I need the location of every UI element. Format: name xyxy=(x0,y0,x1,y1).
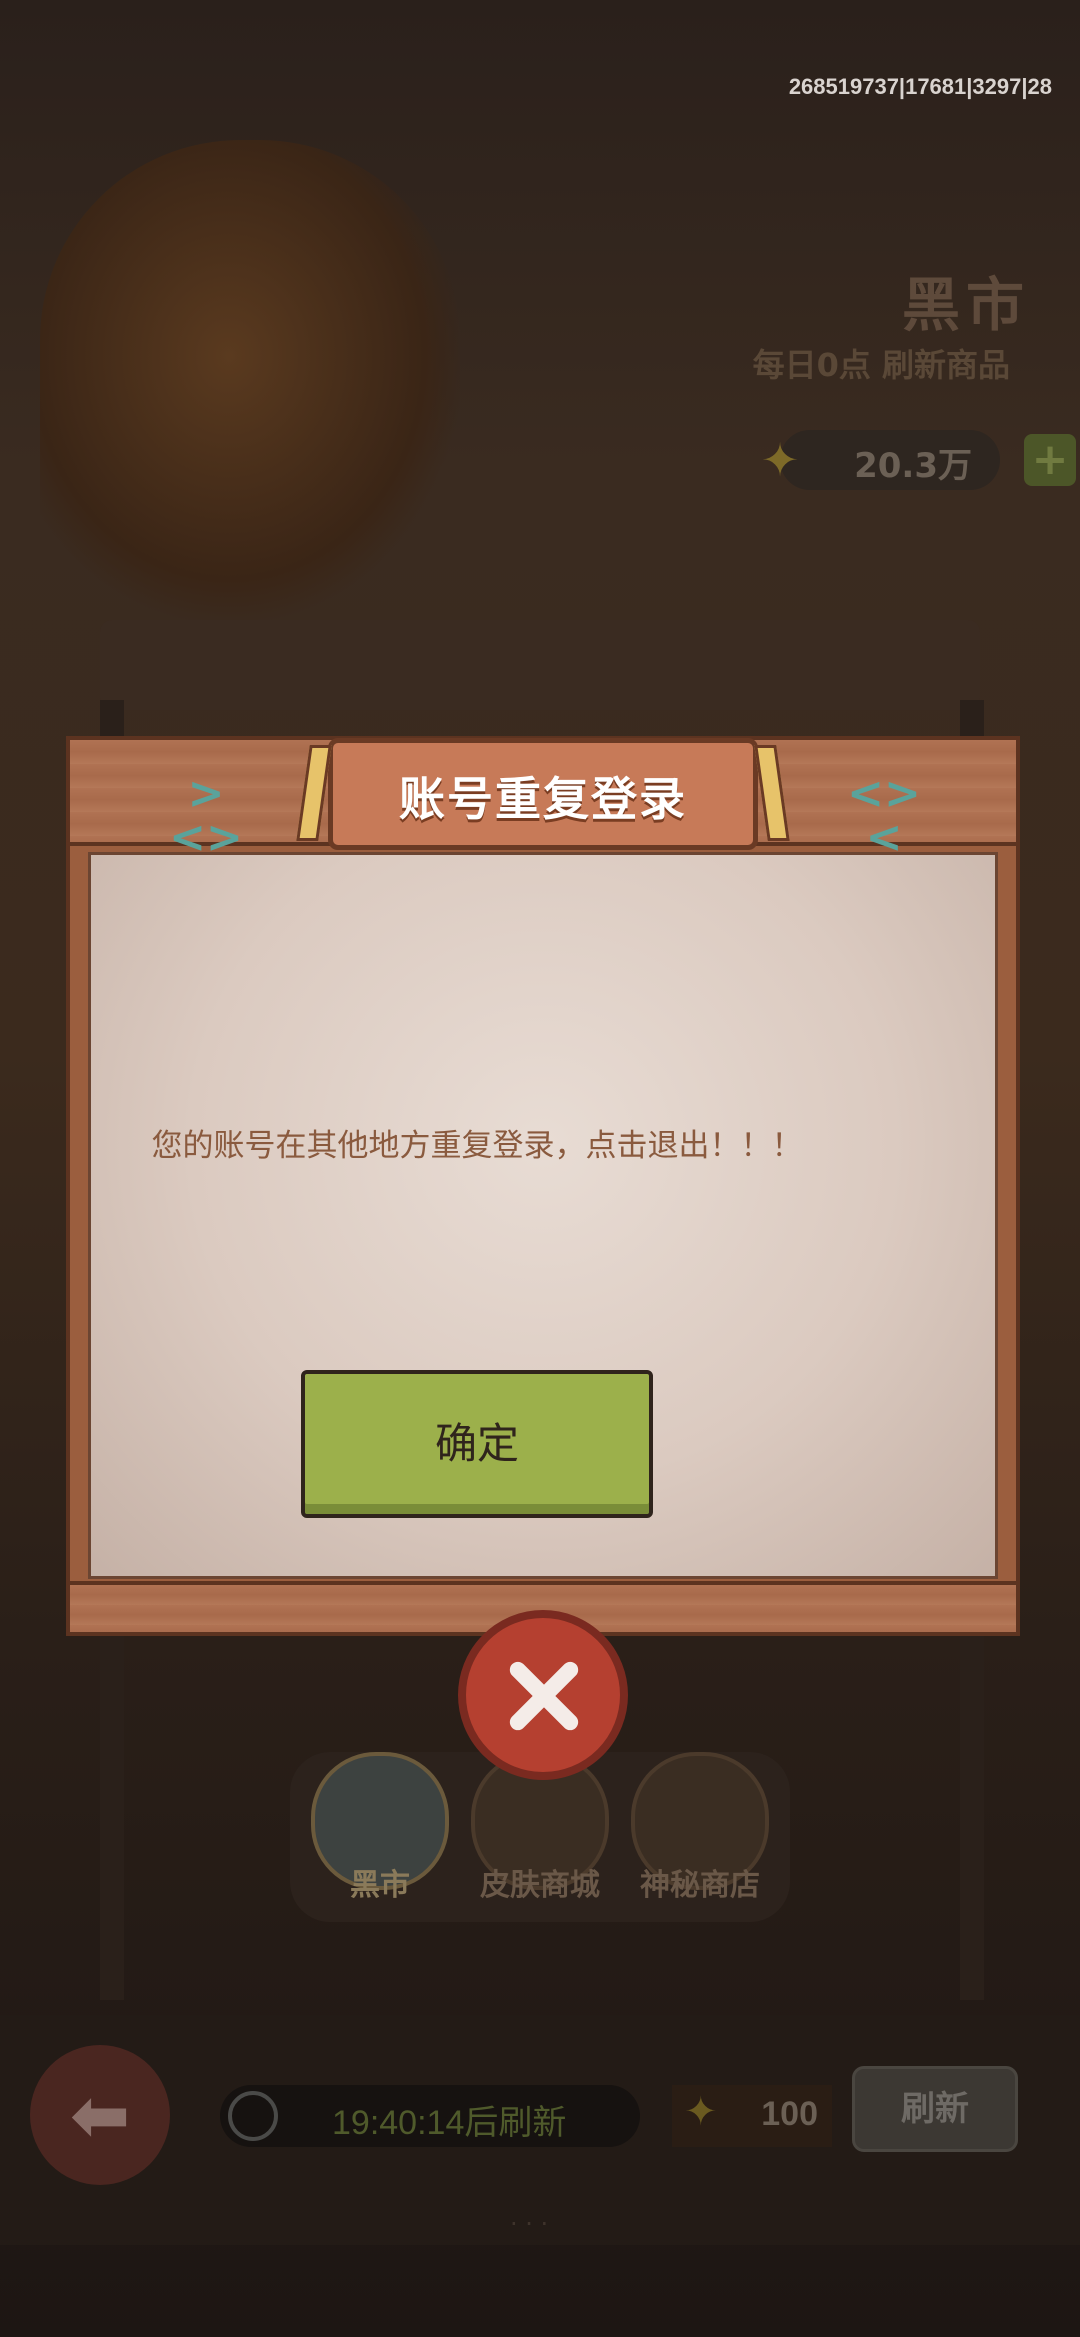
dialog-title-plate: 账号重复登录 xyxy=(296,738,790,850)
refresh-cost: ✦ 100 xyxy=(672,2085,832,2147)
black-market-merchant-illustration xyxy=(40,140,460,620)
clock-icon xyxy=(228,2091,278,2141)
bone-coin-icon: ✦ xyxy=(760,433,800,487)
tab-label: 神秘商店 xyxy=(640,1868,760,1903)
plus-icon: + xyxy=(1031,434,1069,485)
dialog-message: 您的账号在其他地方重复登录，点击退出！！！ xyxy=(151,1128,803,1164)
bone-coin-icon: ✦ xyxy=(684,2089,718,2135)
add-currency-button[interactable]: + xyxy=(1024,434,1076,486)
tab-mystery-shop[interactable]: 神秘商店 xyxy=(630,1752,770,1934)
refresh-timer: 19:40:14后刷新 xyxy=(220,2085,640,2147)
page-indicator: · · · xyxy=(510,2210,549,2238)
currency-display: ✦ 20.3万 xyxy=(761,430,1000,490)
confirm-button[interactable]: 确定 xyxy=(301,1370,653,1518)
fish-icon: ><> xyxy=(169,768,243,863)
tab-label: 黑市 xyxy=(350,1868,410,1903)
currency-value: 20.3万 xyxy=(854,446,972,486)
refresh-button[interactable]: 刷新 xyxy=(852,2066,1018,2152)
back-button[interactable]: ⬅ xyxy=(30,2045,170,2185)
tab-black-market[interactable]: 黑市 xyxy=(310,1752,450,1934)
page-title: 黑市 xyxy=(901,271,1030,339)
dialog-title: 账号重复登录 xyxy=(399,772,687,826)
back-arrow-icon: ⬅ xyxy=(69,2073,131,2157)
refresh-note: 每日0点 刷新商品 xyxy=(752,346,1010,384)
timer-text: 19:40:14后刷新 xyxy=(332,2104,567,2142)
fish-icon: <>< xyxy=(847,768,921,863)
market-stand-roof xyxy=(100,620,980,710)
refresh-cost-value: 100 xyxy=(761,2095,818,2133)
tab-label: 皮肤商城 xyxy=(480,1868,600,1903)
close-button[interactable] xyxy=(458,1610,628,1780)
debug-info: 268519737|17681|3297|28 xyxy=(788,74,1052,99)
